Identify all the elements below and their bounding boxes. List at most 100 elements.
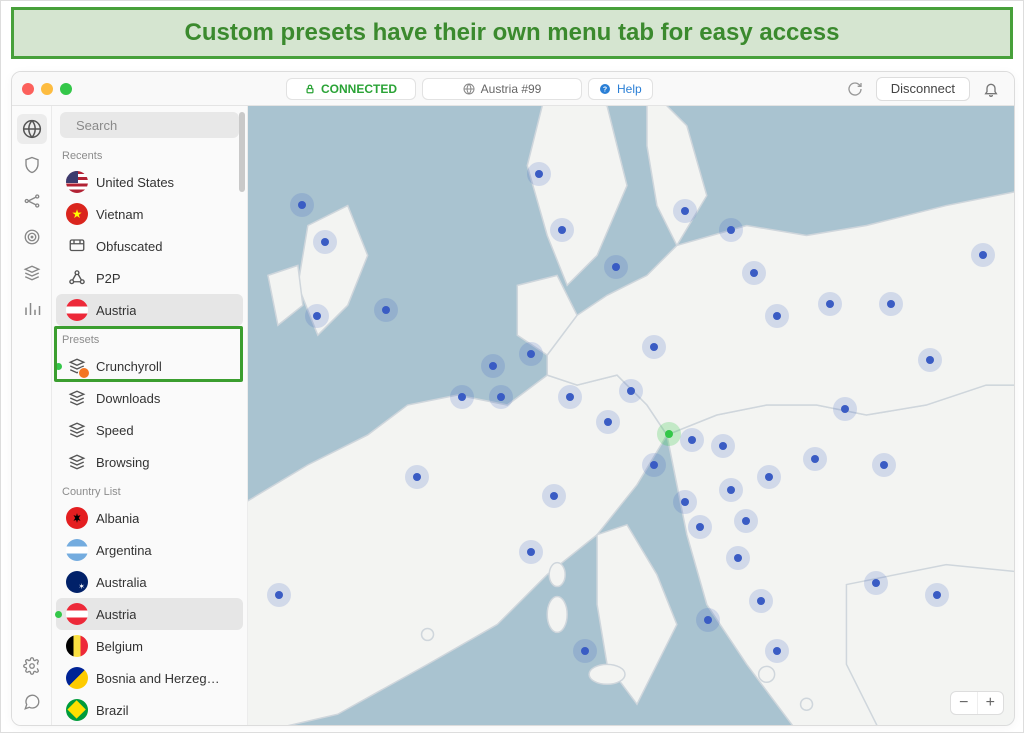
rail-target-icon[interactable]	[17, 222, 47, 252]
refresh-icon[interactable]	[842, 76, 868, 102]
flag-ar-icon	[66, 539, 88, 561]
map-marker[interactable]	[719, 218, 743, 242]
preset-item[interactable]: Speed	[56, 414, 243, 446]
preset-item[interactable]: Downloads	[56, 382, 243, 414]
section-country-list: Country List	[52, 478, 247, 502]
sidebar-list: Recents United States Vietnam Obfuscated P2…	[52, 142, 247, 725]
map-marker[interactable]	[696, 608, 720, 632]
map-marker[interactable]	[918, 348, 942, 372]
map-marker[interactable]	[290, 193, 314, 217]
search-input[interactable]	[60, 112, 239, 138]
rail-settings-icon[interactable]	[17, 651, 47, 681]
recent-item[interactable]: Austria	[56, 294, 243, 326]
map-marker[interactable]	[742, 261, 766, 285]
map-marker[interactable]	[558, 385, 582, 409]
country-label: Belgium	[96, 639, 143, 654]
connected-dot-icon	[55, 363, 62, 370]
map-marker[interactable]	[719, 478, 743, 502]
svg-text:?: ?	[603, 86, 607, 93]
map-marker[interactable]	[313, 230, 337, 254]
rail-mesh-icon[interactable]	[17, 186, 47, 216]
map-marker[interactable]	[688, 515, 712, 539]
zoom-in-button[interactable]: +	[978, 692, 1004, 714]
connection-status-text: CONNECTED	[321, 82, 397, 96]
titlebar: CONNECTED Austria #99 ? Help Disconnect	[12, 72, 1014, 106]
map-marker[interactable]	[971, 243, 995, 267]
map-marker[interactable]	[642, 453, 666, 477]
preset-icon	[66, 419, 88, 441]
nav-rail	[12, 106, 52, 725]
map-marker[interactable]	[405, 465, 429, 489]
maximize-window-icon[interactable]	[60, 83, 72, 95]
flag-au-icon	[66, 571, 88, 593]
help-pill[interactable]: ? Help	[588, 78, 653, 100]
preset-icon	[66, 355, 88, 377]
window-controls[interactable]	[22, 83, 72, 95]
map-marker[interactable]	[519, 342, 543, 366]
map-marker[interactable]	[550, 218, 574, 242]
close-window-icon[interactable]	[22, 83, 34, 95]
preset-item[interactable]: Browsing	[56, 446, 243, 478]
map-marker[interactable]	[267, 583, 291, 607]
annotation-text: Custom presets have their own menu tab f…	[185, 19, 840, 47]
recent-item[interactable]: P2P	[56, 262, 243, 294]
map-marker[interactable]	[519, 540, 543, 564]
map-marker[interactable]	[596, 410, 620, 434]
country-label: Argentina	[96, 543, 152, 558]
country-item[interactable]: Austria	[56, 598, 243, 630]
map-marker[interactable]	[864, 571, 888, 595]
recent-label: Obfuscated	[96, 239, 163, 254]
map-marker[interactable]	[527, 162, 551, 186]
map-marker[interactable]	[673, 490, 697, 514]
map-marker[interactable]	[765, 639, 789, 663]
flag-al-icon	[66, 507, 88, 529]
notifications-icon[interactable]	[978, 76, 1004, 102]
rail-shield-icon[interactable]	[17, 150, 47, 180]
app-window: CONNECTED Austria #99 ? Help Disconnect	[11, 71, 1015, 726]
sidebar: Recents United States Vietnam Obfuscated P2…	[52, 106, 248, 725]
country-item[interactable]: Brazil	[56, 694, 243, 725]
country-label: Bosnia and Herzeg…	[96, 671, 220, 686]
map-marker[interactable]	[726, 546, 750, 570]
country-item[interactable]: Australia	[56, 566, 243, 598]
rail-presets-icon[interactable]	[17, 258, 47, 288]
annotation-banner: Custom presets have their own menu tab f…	[11, 7, 1013, 59]
section-recents: Recents	[52, 142, 247, 166]
recent-item[interactable]: United States	[56, 166, 243, 198]
map-area[interactable]: − +	[248, 106, 1014, 725]
minimize-window-icon[interactable]	[41, 83, 53, 95]
flag-vn-icon	[66, 203, 88, 225]
country-item[interactable]: Argentina	[56, 534, 243, 566]
connected-dot-icon	[55, 611, 62, 618]
map-marker[interactable]	[734, 509, 758, 533]
map-marker[interactable]	[374, 298, 398, 322]
help-icon: ?	[599, 83, 611, 95]
flag-us-icon	[66, 171, 88, 193]
search-field[interactable]	[74, 117, 254, 134]
map-marker[interactable]	[604, 255, 628, 279]
country-item[interactable]: Albania	[56, 502, 243, 534]
preset-icon	[66, 451, 88, 473]
map-marker[interactable]	[803, 447, 827, 471]
rail-stats-icon[interactable]	[17, 294, 47, 324]
map-marker[interactable]	[673, 199, 697, 223]
recent-item[interactable]: Obfuscated	[56, 230, 243, 262]
country-label: Brazil	[96, 703, 129, 718]
map-marker[interactable]	[481, 354, 505, 378]
disconnect-button[interactable]: Disconnect	[876, 77, 970, 101]
map-marker[interactable]	[872, 453, 896, 477]
connected-server-pill[interactable]: Austria #99	[422, 78, 582, 100]
zoom-out-button[interactable]: −	[951, 692, 978, 714]
map-marker[interactable]	[489, 385, 513, 409]
map-marker[interactable]	[573, 639, 597, 663]
connection-status-pill: CONNECTED	[286, 78, 416, 100]
country-item[interactable]: Bosnia and Herzeg…	[56, 662, 243, 694]
country-item[interactable]: Belgium	[56, 630, 243, 662]
rail-globe-icon[interactable]	[17, 114, 47, 144]
map-marker[interactable]	[619, 379, 643, 403]
recent-item[interactable]: Vietnam	[56, 198, 243, 230]
map-marker[interactable]	[765, 304, 789, 328]
preset-item[interactable]: Crunchyroll	[56, 350, 243, 382]
rail-support-icon[interactable]	[17, 687, 47, 717]
recent-label: Vietnam	[96, 207, 143, 222]
